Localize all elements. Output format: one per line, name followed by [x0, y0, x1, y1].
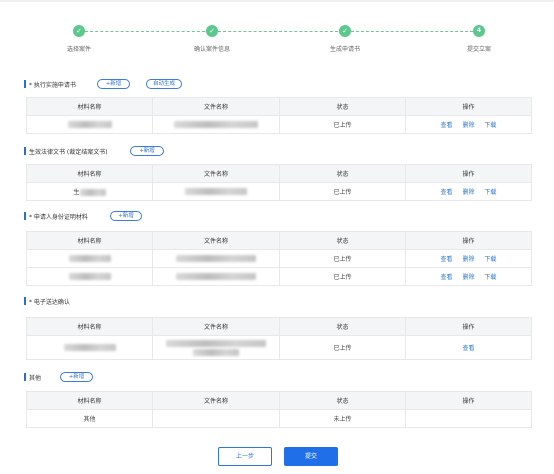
col-material: 材料名称: [26, 391, 153, 410]
submit-button[interactable]: 提交: [284, 447, 338, 466]
section-title-text: 生效法律文书 (裁定结案文书): [29, 148, 108, 156]
section-title-exec: * 执行实施申请书: [24, 79, 76, 89]
download-link[interactable]: 下载: [484, 274, 496, 281]
redacted-text: [68, 273, 111, 280]
section-marker: [24, 373, 26, 381]
delete-link[interactable]: 删除: [462, 274, 474, 281]
col-file: 文件名称: [152, 97, 280, 116]
view-link[interactable]: 查看: [441, 189, 453, 196]
table-exec: 材料名称 文件名称 状态 操作 已上传 查看 删除 下载: [26, 97, 532, 134]
table-identity: 材料名称 文件名称 状态 操作 已上传 查看 删除 下载 已上传 查看 删除 下…: [26, 231, 532, 286]
table-row: 已上传 查看 删除 下载: [26, 115, 532, 134]
step-label-4: 提交立案: [466, 46, 491, 53]
status-badge: 已上传: [279, 335, 406, 360]
add-button[interactable]: +新增: [110, 211, 142, 221]
view-link[interactable]: 查看: [441, 256, 453, 263]
step-label-1: 选择案件: [66, 46, 91, 53]
previous-step-button[interactable]: 上一步: [218, 447, 272, 466]
material-name: 其他: [26, 409, 153, 428]
col-material: 材料名称: [26, 164, 153, 183]
delete-link[interactable]: 删除: [462, 122, 474, 129]
download-link[interactable]: 下载: [484, 122, 496, 129]
view-link[interactable]: 查看: [441, 274, 453, 281]
col-status: 状态: [279, 317, 406, 336]
col-ops: 操作: [405, 317, 532, 336]
redacted-text: [193, 348, 239, 356]
col-material: 材料名称: [26, 97, 153, 116]
table-other: 材料名称 文件名称 状态 操作 其他 未上传: [26, 391, 532, 428]
col-status: 状态: [279, 164, 406, 183]
view-link[interactable]: 查看: [462, 345, 474, 352]
redacted-text: [185, 188, 247, 195]
col-ops: 操作: [405, 97, 532, 116]
redacted-text: [176, 273, 256, 280]
check-icon: ✓: [206, 25, 218, 37]
table-row: 生 已上传 查看 删除 下载: [26, 182, 532, 201]
auto-generate-button[interactable]: 自动生成: [146, 79, 182, 89]
redacted-text: [63, 344, 116, 351]
add-button[interactable]: +新增: [130, 146, 164, 156]
redacted-text: [67, 121, 112, 128]
col-status: 状态: [279, 391, 406, 410]
col-ops: 操作: [405, 391, 532, 410]
step-connector: [218, 31, 338, 32]
check-icon: ✓: [73, 25, 85, 37]
download-link[interactable]: 下载: [484, 256, 496, 263]
col-ops: 操作: [405, 164, 532, 183]
redacted-text: [68, 255, 111, 262]
step-label-2: 确认案件信息: [193, 46, 230, 53]
redacted-text: [176, 255, 256, 262]
col-file: 文件名称: [152, 231, 280, 250]
status-badge: 未上传: [279, 409, 406, 428]
redacted-text: [79, 189, 106, 196]
delete-link[interactable]: 删除: [462, 256, 474, 263]
redacted-text: [166, 339, 266, 347]
redacted-text: [174, 121, 258, 128]
col-file: 文件名称: [152, 317, 280, 336]
col-file: 文件名称: [152, 391, 280, 410]
col-status: 状态: [279, 231, 406, 250]
section-marker: [24, 212, 26, 220]
section-marker: [24, 297, 26, 305]
table-row: 已上传 查看 删除 下载: [26, 249, 532, 268]
step-connector: [85, 31, 205, 32]
col-status: 状态: [279, 97, 406, 116]
section-title-identity: * 申请人身份证明材料: [24, 211, 88, 221]
status-badge: 已上传: [279, 182, 406, 201]
add-button[interactable]: +新增: [97, 79, 130, 89]
download-link[interactable]: 下载: [484, 189, 496, 196]
section-title-other: 其他: [24, 372, 41, 382]
table-row: 其他 未上传: [26, 409, 532, 428]
status-badge: 已上传: [279, 115, 406, 134]
table-esign: 材料名称 文件名称 状态 操作 已上传 查看: [26, 317, 532, 360]
col-file: 文件名称: [152, 164, 280, 183]
material-name: 生: [73, 189, 80, 196]
add-button[interactable]: +新增: [60, 372, 93, 382]
view-link[interactable]: 查看: [441, 122, 453, 129]
col-material: 材料名称: [26, 317, 153, 336]
step-label-3: 生成申请书: [329, 46, 360, 53]
step-number-4: 4: [473, 25, 485, 37]
section-title-text: 其他: [29, 374, 42, 382]
check-icon: ✓: [339, 25, 351, 37]
section-marker: [24, 147, 26, 155]
table-row: 已上传 查看: [26, 335, 532, 360]
table-legal: 材料名称 文件名称 状态 操作 生 已上传 查看 删除 下载: [26, 164, 532, 201]
section-title-text: * 执行实施申请书: [29, 81, 76, 89]
section-marker: [24, 80, 26, 88]
table-row: 已上传 查看 删除 下载: [26, 267, 532, 286]
status-badge: 已上传: [279, 249, 406, 268]
col-material: 材料名称: [26, 231, 153, 250]
section-title-text: * 申请人身份证明材料: [29, 213, 88, 221]
section-title-esign: * 电子送达确认: [24, 296, 70, 306]
section-title-legal: 生效法律文书 (裁定结案文书): [24, 146, 108, 156]
step-connector: [351, 31, 473, 32]
status-badge: 已上传: [279, 267, 406, 286]
section-title-text: * 电子送达确认: [29, 298, 70, 306]
delete-link[interactable]: 删除: [462, 189, 474, 196]
col-ops: 操作: [405, 231, 532, 250]
progress-steps: ✓ 选择案件 ✓ 确认案件信息 ✓ 生成申请书 4 提交立案: [0, 0, 554, 60]
